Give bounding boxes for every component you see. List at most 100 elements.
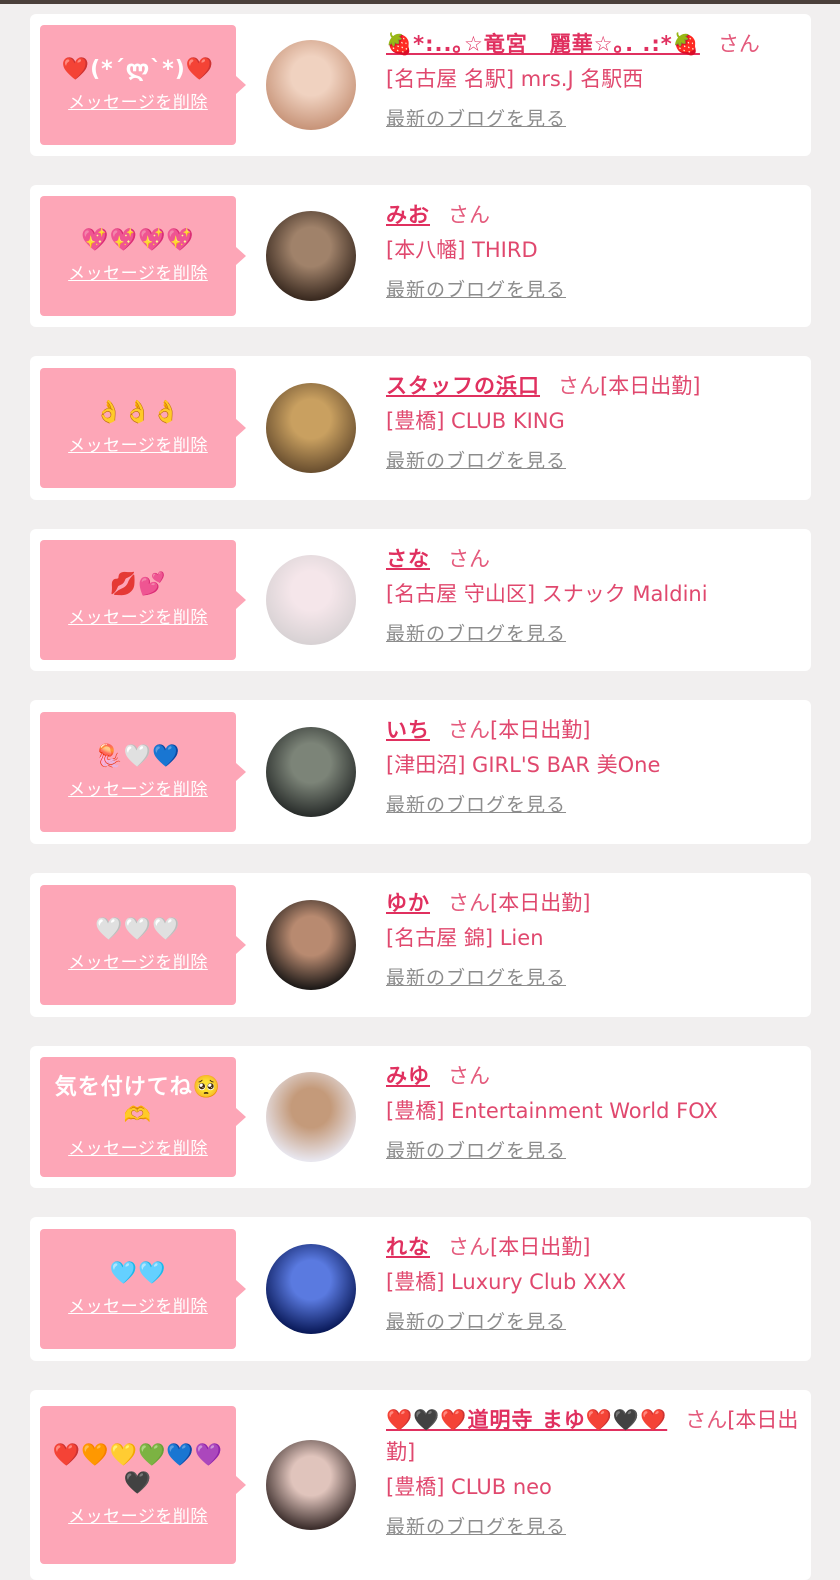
cast-info: みお さん [本八幡] THIRD 最新のブログを見る (386, 199, 799, 303)
message-bubble: 🩵🩵 メッセージを削除 (40, 1229, 246, 1349)
cast-name-link[interactable]: スタッフの浜口 (386, 374, 540, 398)
cast-info: れな さん[本日出勤] [豊橋] Luxury Club XXX 最新のブログを見… (386, 1231, 799, 1335)
delete-message-link[interactable]: メッセージを削除 (68, 263, 208, 285)
honorific: さん (448, 203, 490, 227)
message-card: ❤️(*´ლ`*)❤️ メッセージを削除 🍓*:..｡☆竜宮 麗華☆｡. .:*… (30, 14, 811, 156)
message-card: 🩵🩵 メッセージを削除 れな さん[本日出勤] [豊橋] Luxury Club … (30, 1217, 811, 1361)
delete-message-link[interactable]: メッセージを削除 (68, 1506, 208, 1528)
message-text: 👌👌👌 (95, 400, 181, 425)
store-name: [本八幡] THIRD (386, 238, 538, 262)
message-bubble: 👌👌👌 メッセージを削除 (40, 368, 246, 488)
message-card: 気を付けてね🥺🫶 メッセージを削除 みゆ さん [豊橋] Entertainmen… (30, 1046, 811, 1188)
delete-message-link[interactable]: メッセージを削除 (68, 435, 208, 457)
delete-message-link[interactable]: メッセージを削除 (68, 1296, 208, 1318)
cast-info: いち さん[本日出勤] [津田沼] GIRL'S BAR 美One 最新のブログを… (386, 714, 799, 818)
message-text: 🤍🤍🤍 (95, 917, 181, 942)
cast-info: ❤️🖤❤️道明寺 まゆ❤️🖤❤️ さん[本日出勤] [豊橋] CLUB neo 最… (386, 1404, 799, 1540)
on-duty-today-badge: [本日出勤] (490, 891, 591, 915)
cast-info: ゆか さん[本日出勤] [名古屋 錦] Lien 最新のブログを見る (386, 887, 799, 991)
top-edge (0, 0, 840, 4)
message-text: 💋💕 (109, 572, 167, 597)
avatar[interactable] (266, 727, 356, 817)
avatar[interactable] (266, 1072, 356, 1162)
message-bubble: 🪼🤍💙 メッセージを削除 (40, 712, 246, 832)
avatar[interactable] (266, 383, 356, 473)
avatar[interactable] (266, 40, 356, 130)
name-line: いち さん[本日出勤] (386, 714, 799, 746)
delete-message-link[interactable]: メッセージを削除 (68, 1138, 208, 1160)
message-card: 💋💕 メッセージを削除 さな さん [名古屋 守山区] スナック Maldini … (30, 529, 811, 671)
name-line: 🍓*:..｡☆竜宮 麗華☆｡. .:*🍓 さん (386, 28, 799, 60)
delete-message-link[interactable]: メッセージを削除 (68, 607, 208, 629)
honorific: さん (448, 718, 490, 742)
avatar[interactable] (266, 211, 356, 301)
store-name: [豊橋] CLUB neo (386, 1475, 552, 1499)
message-text: ❤️(*´ლ`*)❤️ (61, 57, 215, 82)
store-name: [津田沼] GIRL'S BAR 美One (386, 753, 661, 777)
cast-info: スタッフの浜口 さん[本日出勤] [豊橋] CLUB KING 最新のブログを見る (386, 370, 799, 474)
message-bubble: 💋💕 メッセージを削除 (40, 540, 246, 660)
on-duty-today-badge: [本日出勤] (600, 374, 701, 398)
latest-blog-link[interactable]: 最新のブログを見る (386, 448, 799, 474)
honorific: さん (448, 891, 490, 915)
cast-name-link[interactable]: いち (386, 718, 430, 742)
message-text: 気を付けてね🥺🫶 (54, 1075, 222, 1128)
avatar[interactable] (266, 1440, 356, 1530)
message-bubble: 🤍🤍🤍 メッセージを削除 (40, 885, 246, 1005)
message-text: 💖💖💖💖 (81, 228, 195, 253)
avatar[interactable] (266, 1244, 356, 1334)
latest-blog-link[interactable]: 最新のブログを見る (386, 1309, 799, 1335)
delete-message-link[interactable]: メッセージを削除 (68, 952, 208, 974)
message-text: 🩵🩵 (109, 1261, 167, 1286)
message-card: 💖💖💖💖 メッセージを削除 みお さん [本八幡] THIRD 最新のブログを見る (30, 185, 811, 327)
delete-message-link[interactable]: メッセージを削除 (68, 92, 208, 114)
honorific: さん (448, 547, 490, 571)
message-bubble: ❤️🧡💛💚💙💜🖤 メッセージを削除 (40, 1406, 246, 1564)
cast-name-link[interactable]: みゆ (386, 1064, 430, 1088)
name-line: ゆか さん[本日出勤] (386, 887, 799, 919)
store-name: [名古屋 錦] Lien (386, 926, 544, 950)
honorific: さん (448, 1235, 490, 1259)
latest-blog-link[interactable]: 最新のブログを見る (386, 277, 799, 303)
message-bubble: ❤️(*´ლ`*)❤️ メッセージを削除 (40, 25, 246, 145)
name-line: れな さん[本日出勤] (386, 1231, 799, 1263)
message-bubble: 💖💖💖💖 メッセージを削除 (40, 196, 246, 316)
message-text: 🪼🤍💙 (95, 744, 181, 769)
store-name: [豊橋] CLUB KING (386, 409, 565, 433)
honorific: さん (558, 374, 600, 398)
message-card: 🤍🤍🤍 メッセージを削除 ゆか さん[本日出勤] [名古屋 錦] Lien 最新の… (30, 873, 811, 1017)
latest-blog-link[interactable]: 最新のブログを見る (386, 792, 799, 818)
name-line: みゆ さん (386, 1060, 799, 1092)
cast-name-link[interactable]: さな (386, 547, 430, 571)
latest-blog-link[interactable]: 最新のブログを見る (386, 621, 799, 647)
avatar[interactable] (266, 555, 356, 645)
latest-blog-link[interactable]: 最新のブログを見る (386, 1138, 799, 1164)
message-card: ❤️🧡💛💚💙💜🖤 メッセージを削除 ❤️🖤❤️道明寺 まゆ❤️🖤❤️ さん[本日出… (30, 1390, 811, 1580)
cast-name-link[interactable]: みお (386, 203, 430, 227)
name-line: さな さん (386, 543, 799, 575)
store-name: [名古屋 名駅] mrs.J 名駅西 (386, 67, 644, 91)
latest-blog-link[interactable]: 最新のブログを見る (386, 106, 799, 132)
cast-name-link[interactable]: ゆか (386, 891, 430, 915)
on-duty-today-badge: [本日出勤] (490, 718, 591, 742)
message-card: 🪼🤍💙 メッセージを削除 いち さん[本日出勤] [津田沼] GIRL'S BAR… (30, 700, 811, 844)
cast-name-link[interactable]: 🍓*:..｡☆竜宮 麗華☆｡. .:*🍓 (386, 32, 700, 56)
message-text: ❤️🧡💛💚💙💜🖤 (52, 1443, 224, 1496)
cast-name-link[interactable]: ❤️🖤❤️道明寺 まゆ❤️🖤❤️ (386, 1408, 667, 1432)
on-duty-today-badge: [本日出勤] (490, 1235, 591, 1259)
honorific: さん (717, 32, 760, 56)
cast-info: 🍓*:..｡☆竜宮 麗華☆｡. .:*🍓 さん [名古屋 名駅] mrs.J 名駅… (386, 28, 799, 132)
store-name: [豊橋] Entertainment World FOX (386, 1099, 718, 1123)
name-line: スタッフの浜口 さん[本日出勤] (386, 370, 799, 402)
cast-name-link[interactable]: れな (386, 1235, 430, 1259)
latest-blog-link[interactable]: 最新のブログを見る (386, 965, 799, 991)
name-line: みお さん (386, 199, 799, 231)
store-name: [名古屋 守山区] スナック Maldini (386, 582, 708, 606)
avatar[interactable] (266, 900, 356, 990)
message-bubble: 気を付けてね🥺🫶 メッセージを削除 (40, 1057, 246, 1177)
latest-blog-link[interactable]: 最新のブログを見る (386, 1514, 799, 1540)
delete-message-link[interactable]: メッセージを削除 (68, 779, 208, 801)
cast-info: さな さん [名古屋 守山区] スナック Maldini 最新のブログを見る (386, 543, 799, 647)
honorific: さん (448, 1064, 490, 1088)
cast-info: みゆ さん [豊橋] Entertainment World FOX 最新のブログ… (386, 1060, 799, 1164)
